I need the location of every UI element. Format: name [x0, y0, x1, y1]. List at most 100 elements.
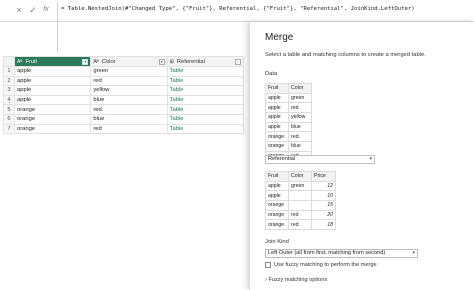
list-item: orange blue [265, 141, 312, 152]
cell-fruit[interactable]: orange [14, 104, 92, 115]
preview-header-fruit[interactable]: Fruit [265, 83, 289, 94]
preview-cell: apple [265, 112, 289, 123]
second-table-preview: Fruit Color Price apple green 12 apple 10 o… [265, 171, 336, 231]
dialog-title: Merge [265, 32, 294, 43]
cell-referential[interactable]: Table [166, 75, 245, 87]
preview-cell: apple [265, 180, 289, 192]
cell-fruit[interactable]: orange [14, 113, 92, 125]
check-icon[interactable]: ✓ [28, 4, 38, 16]
cell-fruit[interactable]: apple [14, 94, 92, 106]
preview-cell: blue [288, 141, 312, 152]
row-number: 2 [2, 75, 16, 87]
cell-referential[interactable]: Table [166, 104, 245, 115]
cell-fruit[interactable]: apple [14, 75, 92, 87]
second-table-value: Referential [268, 156, 296, 162]
list-item: apple yellow [265, 112, 312, 123]
table-row: 6 orange blue Table [2, 113, 245, 125]
preview-cell: apple [265, 190, 289, 202]
fx-icon[interactable]: fx [41, 4, 51, 16]
preview-cell: apple [265, 92, 289, 104]
preview-cell: red [288, 102, 312, 114]
second-table-select[interactable]: Referential ▾ [265, 155, 375, 164]
cell-referential[interactable]: Table [166, 123, 245, 135]
chevron-down-icon: ▾ [412, 250, 415, 256]
cell-fruit[interactable]: orange [14, 123, 92, 135]
column-header-referential[interactable]: ⊞ Referential ⇔ [166, 56, 245, 67]
formula-text[interactable]: = Table.NestedJoin(#"Changed Type", {"Fr… [61, 6, 415, 12]
table-type-icon[interactable]: ⊞ [170, 59, 174, 65]
cell-referential[interactable]: Table [166, 94, 245, 106]
cell-referential[interactable]: Table [166, 113, 245, 125]
cell-referential[interactable]: Table [166, 66, 245, 77]
fuzzy-options-label: Fuzzy matching options [268, 277, 328, 283]
fuzzy-matching-checkbox[interactable] [265, 262, 271, 268]
join-kind-value: Left Outer (all from first, matching fro… [268, 250, 386, 256]
merge-dialog: Merge Select a table and matching column… [249, 22, 474, 290]
text-type-icon[interactable]: Aᴮ [93, 59, 98, 65]
grid-corner[interactable] [2, 56, 16, 67]
table-row: 4 apple blue Table [2, 94, 245, 106]
first-table-preview: Fruit Color apple green apple red apple yel… [265, 83, 312, 162]
chevron-right-icon: › [265, 277, 267, 283]
cell-color[interactable]: green [90, 66, 168, 77]
preview-cell: red. [288, 131, 312, 143]
cell-color[interactable]: red. [90, 104, 168, 115]
chevron-down-icon: ▾ [369, 156, 372, 162]
row-number: 1 [2, 66, 16, 77]
expand-column-icon[interactable]: ⇔ [235, 58, 241, 65]
cell-color[interactable]: blue [90, 113, 168, 125]
table-row: 7 orange red Table [2, 123, 245, 135]
filter-dropdown-icon[interactable]: ▾ [82, 58, 89, 65]
preview-cell: 20 [311, 209, 336, 221]
row-number: 6 [2, 113, 16, 125]
cell-color[interactable]: blue [90, 94, 168, 106]
row-number: 3 [2, 85, 16, 96]
preview-cell: blue [288, 121, 312, 133]
cell-color[interactable]: red [90, 75, 168, 87]
cell-color[interactable]: yellow [90, 85, 168, 96]
preview-cell: apple [265, 102, 289, 114]
list-item: apple red [265, 102, 312, 114]
preview-header-color[interactable]: Color [288, 83, 312, 94]
preview-cell: green [288, 92, 312, 104]
preview-header-price[interactable]: Price [311, 171, 336, 182]
list-item: apple 10 [265, 190, 336, 202]
list-item: apple blue [265, 121, 312, 133]
cancel-icon[interactable]: × [14, 4, 24, 16]
preview-cell: 10 [311, 190, 336, 202]
cell-fruit[interactable]: apple [14, 85, 92, 96]
table-row: 1 apple green Table [2, 66, 245, 77]
column-header-color[interactable]: Aᴮ Color ▾ [90, 56, 168, 67]
column-header-fruit[interactable]: Aᴮ Fruit ▾ [14, 56, 92, 67]
cell-referential[interactable]: Table [166, 85, 245, 96]
preview-cell: 18 [311, 219, 336, 231]
preview-cell: 12 [311, 180, 336, 192]
preview-cell: red [288, 219, 312, 231]
row-number: 4 [2, 94, 16, 106]
column-label: Color [101, 58, 116, 65]
cell-color[interactable]: red [90, 123, 168, 135]
preview-cell [288, 200, 312, 211]
preview-cell: red [288, 209, 312, 221]
preview-cell: apple [265, 121, 289, 133]
fuzzy-matching-row: Use fuzzy matching to perform the merge [265, 262, 377, 268]
data-label: Data [265, 71, 278, 77]
formula-divider [57, 2, 58, 52]
text-type-icon[interactable]: Aᴮ [17, 59, 22, 65]
filter-dropdown-icon[interactable]: ▾ [158, 58, 165, 65]
column-label: Referential [176, 58, 205, 65]
list-item: orange red. [265, 131, 312, 143]
join-kind-select[interactable]: Left Outer (all from first, matching fro… [265, 249, 418, 258]
table-row: 2 apple red Table [2, 75, 245, 87]
list-item: apple green 12 [265, 180, 336, 192]
preview-cell: orange [265, 200, 289, 211]
row-number: 7 [2, 123, 16, 135]
preview-header-fruit[interactable]: Fruit [265, 171, 289, 182]
fuzzy-matching-label: Use fuzzy matching to perform the merge [274, 262, 377, 268]
cell-fruit[interactable]: apple [14, 66, 92, 77]
preview-header-color[interactable]: Color [288, 171, 312, 182]
list-item: orange red 20 [265, 209, 336, 221]
table-row: 3 apple yellow Table [2, 85, 245, 96]
fuzzy-options-toggle[interactable]: › Fuzzy matching options [265, 277, 327, 283]
list-item: orange 15 [265, 200, 336, 211]
